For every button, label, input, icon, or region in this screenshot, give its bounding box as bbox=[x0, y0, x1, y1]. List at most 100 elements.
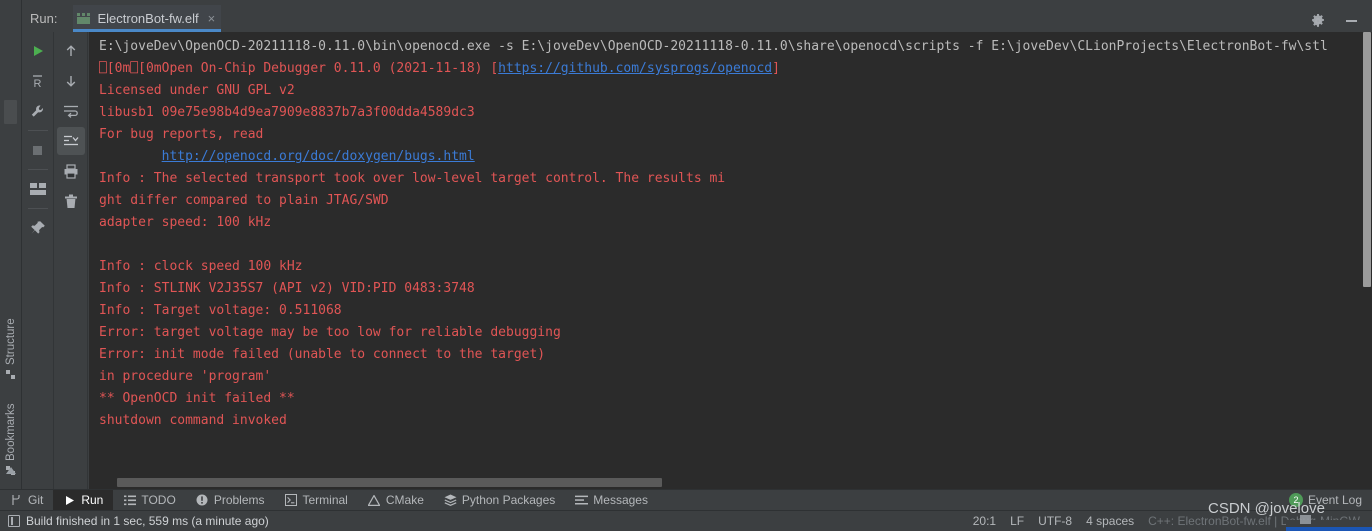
toolbar-separator bbox=[27, 130, 48, 131]
console-line-err_init: Error: init mode failed (unable to conne… bbox=[99, 344, 1372, 366]
git-branch-icon bbox=[10, 494, 23, 507]
bottom-tab-python-packages[interactable]: Python Packages bbox=[434, 490, 565, 511]
event-log-label[interactable]: Event Log bbox=[1308, 493, 1362, 507]
bottom-tab-python-packages-label: Python Packages bbox=[461, 493, 556, 507]
console-line-err_voltage: Error: target voltage may be too low for… bbox=[99, 322, 1372, 344]
console-text-run: libusb1 09e75e98b4d9ea7909e8837b7a3f00dd… bbox=[99, 105, 475, 120]
console-line-transport2: ght differ compared to plain JTAG/SWD bbox=[99, 190, 1372, 212]
console-text-run: Error: init mode failed (unable to conne… bbox=[99, 347, 546, 362]
console-link[interactable]: http://openocd.org/doc/doxygen/bugs.html bbox=[162, 149, 475, 164]
printer-icon[interactable] bbox=[57, 157, 85, 185]
console-line-cmd: E:\joveDev\OpenOCD-20211118-0.11.0\bin\o… bbox=[99, 36, 1372, 58]
bottom-tab-terminal-label: Terminal bbox=[302, 493, 348, 507]
console-link[interactable]: https://github.com/sysprogs/openocd bbox=[498, 61, 772, 76]
event-log-badge: 2 bbox=[1288, 493, 1303, 507]
console-line-transport1: Info : The selected transport took over … bbox=[99, 168, 1372, 190]
run-toolbar-primary: R bbox=[22, 32, 54, 489]
structure-icon bbox=[6, 370, 16, 380]
gear-icon[interactable] bbox=[1310, 13, 1326, 29]
console-text-run: Info : The selected transport took over … bbox=[99, 171, 726, 186]
sidebar-item-bookmarks-label: Bookmarks bbox=[5, 403, 17, 461]
console-text-run: E:\joveDev\OpenOCD-20211118-0.11.0\bin\o… bbox=[99, 39, 1328, 54]
console-text-run bbox=[99, 149, 162, 164]
bottom-tab-cmake[interactable]: CMake bbox=[358, 490, 434, 511]
toolbar-separator bbox=[27, 169, 48, 170]
console-text-run: shutdown command invoked bbox=[99, 413, 287, 428]
close-icon[interactable]: × bbox=[208, 12, 216, 25]
bottom-tab-run-label: Run bbox=[81, 493, 104, 507]
run-tool-window: Run: ElectronBot-fw.elf × R E:\joveDev\O… bbox=[22, 0, 1372, 489]
console-text-run: in procedure 'program' bbox=[99, 369, 272, 384]
play-icon bbox=[63, 494, 76, 507]
console-line-license: Licensed under GNU GPL v2 bbox=[99, 80, 1372, 102]
console-line-adapterspeed: adapter speed: 100 kHz bbox=[99, 212, 1372, 234]
console-line-libusb: libusb1 09e75e98b4d9ea7909e8837b7a3f00dd… bbox=[99, 102, 1372, 124]
bottom-tab-git-label: Git bbox=[28, 493, 44, 507]
toolbar-separator bbox=[27, 208, 48, 209]
run-toolbar-secondary bbox=[55, 32, 88, 489]
rerun-button[interactable] bbox=[24, 37, 52, 65]
console-text-run bbox=[99, 237, 107, 252]
bottom-tab-messages[interactable]: Messages bbox=[565, 490, 658, 511]
run-configuration-tab[interactable]: ElectronBot-fw.elf × bbox=[73, 5, 222, 32]
console-horizontal-scroll-thumb[interactable] bbox=[117, 478, 662, 487]
error-circle-icon bbox=[196, 494, 209, 507]
console-text-run: Licensed under GNU GPL v2 bbox=[99, 83, 295, 98]
console-line-bugurl: http://openocd.org/doc/doxygen/bugs.html bbox=[99, 146, 1372, 168]
console-horizontal-scrollbar[interactable] bbox=[89, 475, 1372, 489]
wrench-icon[interactable] bbox=[24, 97, 52, 125]
arrow-down-icon[interactable] bbox=[57, 67, 85, 95]
console-line-initfailed: ** OpenOCD init failed ** bbox=[99, 388, 1372, 410]
console-line-procedure: in procedure 'program' bbox=[99, 366, 1372, 388]
run-window-header: Run: ElectronBot-fw.elf × bbox=[22, 5, 1372, 32]
bottom-tab-todo[interactable]: TODO bbox=[113, 490, 185, 511]
stop-button[interactable] bbox=[24, 136, 52, 164]
line-separator[interactable]: LF bbox=[1010, 514, 1024, 528]
bottom-tab-problems-label: Problems bbox=[213, 493, 265, 507]
console-text: E:\joveDev\OpenOCD-20211118-0.11.0\bin\o… bbox=[99, 36, 1372, 432]
trash-icon[interactable] bbox=[57, 187, 85, 215]
console-line-voltage: Info : Target voltage: 0.511068 bbox=[99, 300, 1372, 322]
console-output[interactable]: E:\joveDev\OpenOCD-20211118-0.11.0\bin\o… bbox=[89, 32, 1372, 489]
bottom-tab-run[interactable]: Run bbox=[53, 489, 114, 511]
soft-wrap-icon[interactable] bbox=[57, 97, 85, 125]
collapse-caret-icon[interactable] bbox=[6, 467, 16, 474]
console-text-run: For bug reports, read bbox=[99, 127, 264, 142]
console-text-run: Info : Target voltage: 0.511068 bbox=[99, 303, 342, 318]
bottom-tab-problems[interactable]: Problems bbox=[186, 490, 275, 511]
list-icon bbox=[123, 494, 136, 507]
arrow-up-icon[interactable] bbox=[57, 37, 85, 65]
svg-text:R: R bbox=[33, 78, 41, 89]
console-vertical-scrollbar[interactable] bbox=[1362, 32, 1372, 489]
stack-icon bbox=[444, 494, 457, 507]
console-line-bugreports: For bug reports, read bbox=[99, 124, 1372, 146]
sidebar-item-structure[interactable]: Structure bbox=[0, 305, 22, 393]
console-text-run: Info : clock speed 100 kHz bbox=[99, 259, 303, 274]
console-text-run: ⎕[0m⎕[0mOpen On-Chip Debugger 0.11.0 (20… bbox=[99, 61, 499, 76]
bottom-tab-terminal[interactable]: Terminal bbox=[275, 490, 358, 511]
triangle-warning-icon bbox=[368, 494, 381, 507]
status-message-icon bbox=[8, 515, 20, 527]
indent-setting[interactable]: 4 spaces bbox=[1086, 514, 1134, 528]
rerun-failed-tests-button[interactable]: R bbox=[24, 67, 52, 95]
file-encoding[interactable]: UTF-8 bbox=[1038, 514, 1072, 528]
caret-position[interactable]: 20:1 bbox=[973, 514, 996, 528]
minimize-icon[interactable] bbox=[1343, 13, 1359, 29]
event-log-area[interactable]: 2 Event Log bbox=[1288, 493, 1372, 507]
console-text-run: ** OpenOCD init failed ** bbox=[99, 391, 295, 406]
messages-icon bbox=[575, 494, 589, 507]
layout-icon[interactable] bbox=[24, 175, 52, 203]
status-bar: Build finished in 1 sec, 559 ms (a minut… bbox=[0, 510, 1372, 531]
console-line-clockspeed: Info : clock speed 100 kHz bbox=[99, 256, 1372, 278]
console-line-blank1 bbox=[99, 234, 1372, 256]
scroll-to-end-icon[interactable] bbox=[57, 127, 85, 155]
pin-icon[interactable] bbox=[24, 214, 52, 242]
build-status-message: Build finished in 1 sec, 559 ms (a minut… bbox=[26, 514, 269, 528]
console-vertical-scroll-thumb[interactable] bbox=[1363, 32, 1371, 287]
console-text-run: Error: target voltage may be too low for… bbox=[99, 325, 561, 340]
bottom-tab-git[interactable]: Git bbox=[0, 490, 53, 511]
bottom-tab-cmake-label: CMake bbox=[385, 493, 424, 507]
console-text-run: ] bbox=[772, 61, 780, 76]
watermark-box bbox=[1300, 515, 1311, 524]
elf-file-icon bbox=[77, 13, 91, 24]
